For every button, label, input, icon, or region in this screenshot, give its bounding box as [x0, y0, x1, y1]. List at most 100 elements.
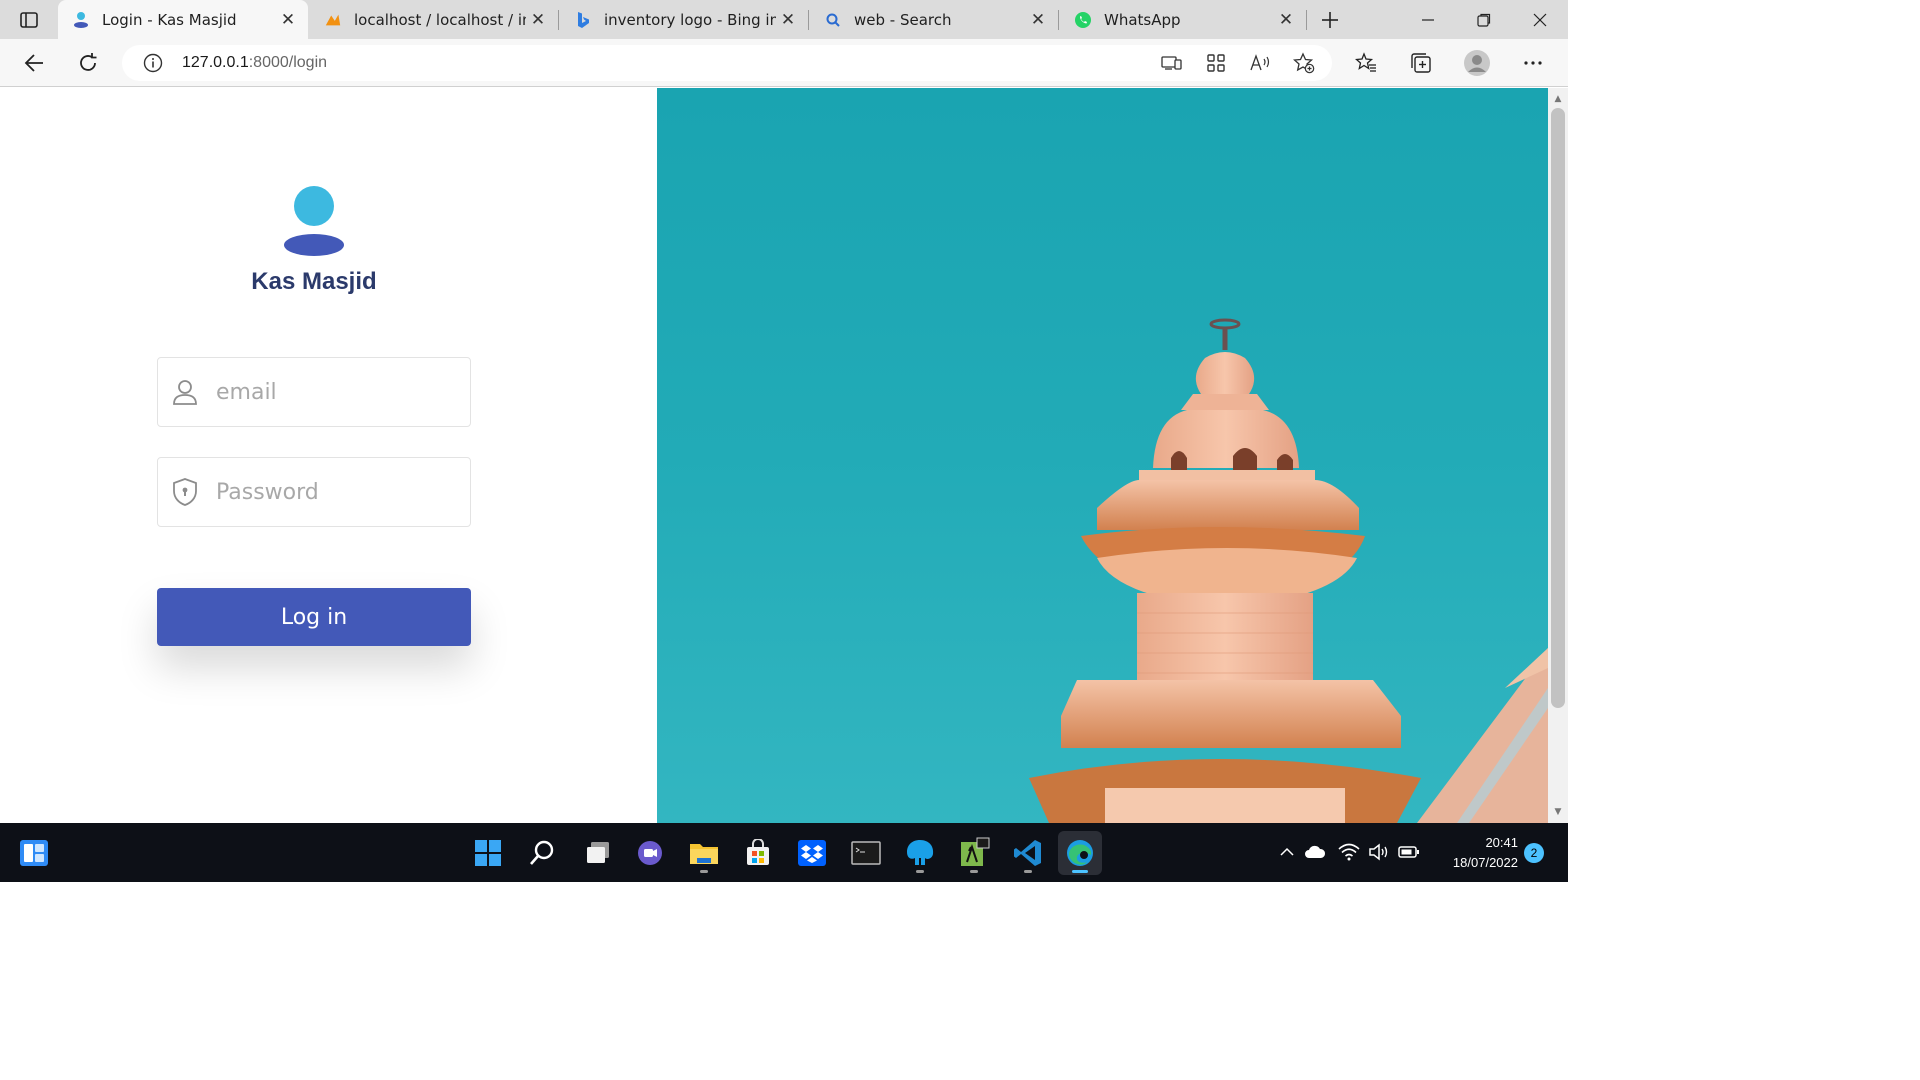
- file-explorer-button[interactable]: [682, 831, 726, 875]
- dropbox-button[interactable]: [790, 831, 834, 875]
- email-input[interactable]: [216, 379, 436, 405]
- tab-web-search[interactable]: web - Search ✕: [810, 0, 1058, 39]
- teams-chat-button[interactable]: [628, 831, 672, 875]
- plus-icon: [1322, 12, 1338, 28]
- xampp-button[interactable]: [952, 831, 996, 875]
- tab-title: WhatsApp: [1104, 10, 1181, 29]
- search-favicon-icon: [824, 11, 842, 29]
- vscode-button[interactable]: [1006, 831, 1050, 875]
- logo-avatar-body: [284, 234, 344, 256]
- microsoft-store-button[interactable]: [736, 831, 780, 875]
- folder-icon: [690, 844, 718, 864]
- settings-more-button[interactable]: [1517, 47, 1549, 79]
- address-bar[interactable]: 127.0.0.1:8000/login: [122, 45, 1332, 81]
- tab-separator: [558, 10, 559, 30]
- edge-button[interactable]: [1058, 831, 1102, 875]
- start-button[interactable]: [466, 831, 510, 875]
- battery-icon[interactable]: [1398, 841, 1420, 863]
- minaret-illustration: [1029, 318, 1548, 823]
- tab-close-icon[interactable]: ✕: [276, 8, 300, 32]
- tab-actions-icon: [20, 12, 38, 28]
- widgets-button[interactable]: [12, 831, 56, 875]
- clock-time: 20:41: [1485, 835, 1518, 850]
- brand-title: Kas Masjid: [251, 268, 377, 295]
- tab-title: web - Search: [854, 10, 952, 29]
- scroll-thumb[interactable]: [1551, 108, 1565, 708]
- tab-separator: [1058, 10, 1059, 30]
- mosque-minaret-image: [657, 88, 1548, 823]
- minimize-button[interactable]: [1400, 0, 1456, 39]
- tab-close-icon[interactable]: ✕: [1026, 8, 1050, 32]
- chevron-up-icon[interactable]: [1276, 841, 1298, 863]
- refresh-icon: [80, 53, 97, 71]
- dropbox-icon: [798, 840, 826, 866]
- qr-code-icon[interactable]: [1200, 47, 1232, 79]
- collections-button[interactable]: [1405, 47, 1437, 79]
- bing-favicon-icon: [574, 11, 592, 29]
- login-button[interactable]: Log in: [157, 588, 471, 646]
- tab-login[interactable]: Login - Kas Masjid ✕: [58, 0, 308, 39]
- terminal-button[interactable]: [844, 831, 888, 875]
- running-indicator: [916, 870, 924, 873]
- whatsapp-favicon-icon: [1074, 11, 1092, 29]
- tab-bing[interactable]: inventory logo - Bing imag ✕: [560, 0, 808, 39]
- onedrive-cloud-icon[interactable]: [1304, 841, 1326, 863]
- store-icon: [747, 839, 769, 865]
- windows-start-icon: [475, 840, 501, 866]
- new-tab-button[interactable]: [1316, 6, 1344, 34]
- add-favorite-icon[interactable]: [1288, 47, 1320, 79]
- url-host: 127.0.0.1: [182, 54, 249, 71]
- browser-toolbar: 127.0.0.1:8000/login: [0, 39, 1568, 87]
- tab-separator: [1306, 10, 1307, 30]
- xampp-icon: [961, 837, 990, 866]
- tab-title: inventory logo - Bing imag: [604, 10, 776, 29]
- minimize-icon: [1422, 18, 1434, 21]
- restore-button[interactable]: [1456, 0, 1512, 39]
- tab-title: localhost / localhost / inve: [354, 10, 526, 29]
- volume-icon[interactable]: [1368, 841, 1390, 863]
- app-available-icon[interactable]: [1156, 47, 1188, 79]
- scroll-up-icon[interactable]: ▲: [1548, 90, 1568, 108]
- site-info-icon[interactable]: [142, 52, 164, 74]
- task-view-button[interactable]: [576, 831, 620, 875]
- wifi-icon[interactable]: [1338, 841, 1360, 863]
- restore-icon: [1477, 13, 1491, 27]
- more-icon: [1524, 61, 1542, 65]
- clock-date: 18/07/2022: [1452, 855, 1518, 870]
- notification-badge[interactable]: 2: [1524, 843, 1544, 863]
- back-button[interactable]: [18, 47, 50, 79]
- user-favicon-icon: [72, 11, 90, 29]
- edge-icon: [1067, 840, 1093, 866]
- profile-button[interactable]: [1461, 47, 1493, 79]
- tab-phpmyadmin[interactable]: localhost / localhost / inve ✕: [310, 0, 558, 39]
- tab-whatsapp[interactable]: WhatsApp ✕: [1060, 0, 1306, 39]
- teams-chat-icon: [638, 841, 662, 865]
- taskbar: 20:41 18/07/2022 2: [0, 823, 1568, 882]
- search-button[interactable]: [520, 831, 564, 875]
- tab-actions-button[interactable]: [10, 6, 48, 34]
- app-button[interactable]: [898, 831, 942, 875]
- running-indicator: [1072, 870, 1088, 873]
- clock[interactable]: 20:41 18/07/2022: [1428, 833, 1518, 873]
- tab-separator: [808, 10, 809, 30]
- favorites-button[interactable]: [1350, 47, 1382, 79]
- running-indicator: [700, 870, 708, 873]
- tab-close-icon[interactable]: ✕: [1274, 8, 1298, 32]
- close-window-button[interactable]: [1512, 0, 1568, 39]
- login-panel: Kas Masjid Log in: [0, 88, 657, 823]
- refresh-button[interactable]: [72, 47, 104, 79]
- page-scrollbar[interactable]: ▲ ▼: [1548, 88, 1568, 823]
- running-indicator: [970, 870, 978, 873]
- read-aloud-icon[interactable]: [1244, 47, 1276, 79]
- password-input[interactable]: [216, 479, 436, 505]
- password-field[interactable]: [157, 457, 471, 527]
- search-icon: [530, 840, 554, 865]
- scroll-down-icon[interactable]: ▼: [1548, 803, 1568, 821]
- url-path: :8000/login: [248, 54, 328, 71]
- tab-title: Login - Kas Masjid: [102, 10, 237, 29]
- back-arrow-icon: [24, 54, 43, 72]
- email-field[interactable]: [157, 357, 471, 427]
- tab-close-icon[interactable]: ✕: [776, 8, 800, 32]
- page-content: Kas Masjid Log in: [0, 88, 1548, 823]
- tab-close-icon[interactable]: ✕: [526, 8, 550, 32]
